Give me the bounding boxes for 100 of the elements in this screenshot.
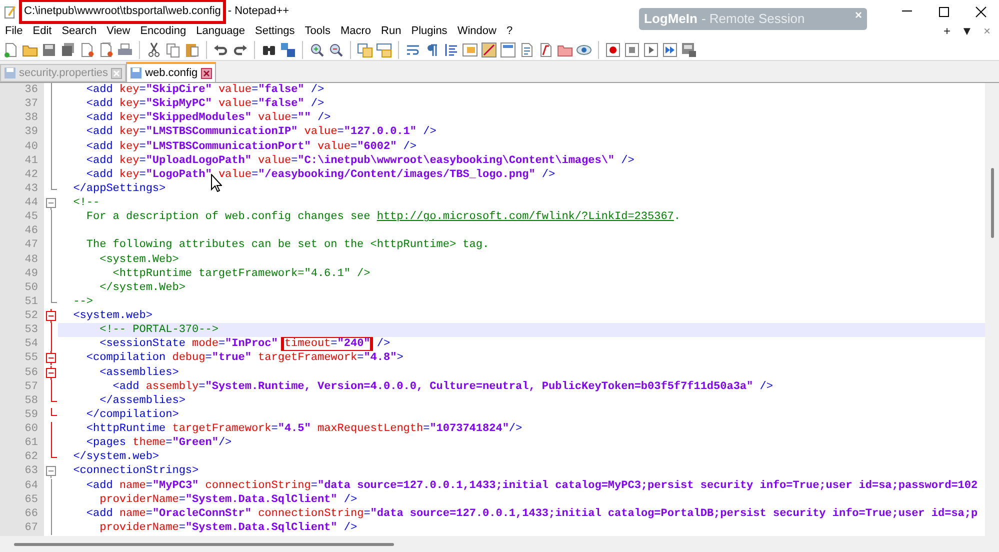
code-line: <system.Web> — [98, 252, 179, 267]
copy-icon[interactable] — [165, 42, 181, 58]
printer-icon[interactable] — [117, 42, 133, 58]
menu-item[interactable]: File — [0, 22, 28, 40]
record-icon[interactable] — [605, 42, 621, 58]
line-number: 61 — [0, 436, 44, 450]
code-line: <add key="SkippedModules" value="" /> — [85, 111, 331, 126]
line-number: 45 — [0, 210, 44, 224]
code-line: <!-- PORTAL-370--> — [98, 323, 218, 338]
line-number: 48 — [0, 252, 44, 267]
line-number: 54 — [0, 337, 44, 352]
document-list-icon[interactable] — [519, 42, 535, 58]
menu-item[interactable]: Language — [191, 22, 250, 40]
scissors-icon[interactable] — [146, 42, 162, 58]
menu-item[interactable]: Settings — [250, 22, 300, 40]
zoom-out-icon[interactable] — [328, 42, 344, 58]
line-number: 37 — [0, 97, 44, 112]
windows-icon[interactable] — [357, 42, 373, 58]
code-line: <!-- — [72, 196, 100, 210]
line-number: 36 — [0, 83, 44, 98]
code-line: </system.Web> — [98, 280, 186, 295]
close-icon[interactable] — [200, 68, 212, 78]
panel-icon[interactable] — [500, 42, 516, 58]
code-line: <add key="SkipCire" value="false" /> — [85, 83, 324, 98]
code-line: <add key="SkipMyPC" value="false" /> — [85, 97, 324, 112]
tab-bar-button[interactable]: ▼ — [957, 22, 977, 40]
line-number: 67 — [0, 520, 44, 535]
panel-icon[interactable] — [462, 42, 478, 58]
menu-item[interactable]: Plugins — [406, 22, 452, 40]
link[interactable]: http://go.microsoft.com/fwlink/?LinkId=235367 — [376, 211, 674, 224]
menu-item[interactable]: Search — [56, 22, 102, 40]
tab-bar-button[interactable]: + — [937, 22, 957, 40]
save-macro-icon[interactable] — [681, 42, 697, 58]
line-number: 39 — [0, 125, 44, 140]
line-number: 56 — [0, 366, 44, 380]
fold-end-mark — [50, 182, 56, 190]
fast-forward-icon[interactable] — [662, 42, 678, 58]
line-number: 60 — [0, 422, 44, 436]
floppy-disks-icon[interactable] — [60, 42, 76, 58]
code-line: <connectionStrings> — [72, 464, 199, 478]
menu-item[interactable]: ? — [501, 22, 518, 40]
collapse-icon[interactable] — [44, 196, 58, 210]
code-line: providerName="System.Data.SqlClient" /> — [98, 520, 358, 535]
menu-item[interactable]: Window — [452, 22, 502, 40]
collapse-icon[interactable] — [44, 351, 58, 366]
code-line: <compilation debug="true" targetFramework="4.8"> — [85, 351, 404, 366]
menu-item[interactable]: View — [102, 22, 136, 40]
code-line: <pages theme="Green"/> — [85, 436, 232, 450]
scrollbar-thumb[interactable] — [14, 542, 394, 546]
code-line: </compilation> — [85, 408, 179, 422]
fold-end-mark — [50, 294, 56, 303]
scrollbar-thumb[interactable] — [990, 168, 994, 238]
menu-item[interactable]: Run — [376, 22, 406, 40]
code-line: <add name="MyPC3" connectionString="data source=127.0.0.1,1433;initial catalog=MyPC3;persist security info=True;user id=sa;password=102 — [85, 478, 978, 493]
collapse-icon[interactable] — [44, 366, 58, 380]
line-number: 64 — [0, 478, 44, 493]
line-number: 46 — [0, 224, 44, 238]
code-line: </assemblies> — [98, 394, 186, 408]
close-icon — [974, 6, 986, 18]
windows-icon[interactable] — [376, 42, 392, 58]
indent-guide-icon[interactable] — [443, 42, 459, 58]
code-line: <system.web> — [72, 309, 152, 324]
code-line: <assemblies> — [98, 366, 179, 380]
line-number: 47 — [0, 238, 44, 252]
code-line: <add key="LMSTBSCommunicationIP" value="127.0.0.1" /> — [85, 125, 436, 140]
maximize-icon — [938, 6, 950, 18]
close-file-icon[interactable] — [79, 42, 95, 58]
code-line: <httpRuntime targetFramework="4.6.1" /> — [112, 266, 370, 281]
stop-icon[interactable] — [624, 42, 640, 58]
line-number: 66 — [0, 506, 44, 521]
line-number: 63 — [0, 464, 44, 478]
collapse-icon[interactable] — [44, 464, 58, 478]
play-icon[interactable] — [643, 42, 659, 58]
banner-title: - Remote Session — [701, 10, 805, 28]
code-line: <add key="UploadLogoPath" value="C:\inetpub\wwwroot\easybooking\Content\images\" /> — [85, 154, 634, 168]
code-line: <add assembly="System.Runtime, Version=4.0.0.0, Culture=neutral, PublicKeyToken=b03f5f7f11d50a3a" /> — [112, 380, 773, 394]
line-number: 57 — [0, 380, 44, 394]
menu-item[interactable]: Tools — [300, 22, 336, 40]
line-number: 62 — [0, 450, 44, 464]
tab-bar-button[interactable]: × — [977, 22, 997, 40]
menu-item[interactable]: Macro — [335, 22, 376, 40]
clipboard-icon[interactable] — [184, 42, 200, 58]
collapse-icon[interactable] — [44, 309, 58, 323]
line-number: 38 — [0, 111, 44, 126]
code-line: </system.web> — [72, 450, 160, 464]
file-tab[interactable]: web.config — [126, 62, 216, 82]
line-number: 50 — [0, 280, 44, 295]
line-number: 49 — [0, 266, 44, 281]
brand-label: LogMeIn — [644, 10, 698, 28]
notepad-icon — [4, 4, 16, 18]
code-line: providerName="System.Data.SqlClient" /> — [98, 492, 358, 507]
line-number: 44 — [0, 196, 44, 210]
zoom-in-icon[interactable] — [309, 42, 325, 58]
code-line: </appSettings> — [72, 182, 166, 196]
menu-item[interactable]: Edit — [28, 22, 57, 40]
code-line: <add name="OracleConnStr" connectionString="data source=127.0.0.1,1433;initial catalog=PortalDB;persist security info=True;user id=sa;p — [85, 506, 978, 521]
menu-item[interactable]: Encoding — [135, 22, 192, 40]
code-line: The following attributes can be set on the <httpRuntime> tag. — [85, 238, 490, 252]
close-files-icon[interactable] — [98, 42, 114, 58]
new-file-icon[interactable] — [3, 42, 19, 58]
